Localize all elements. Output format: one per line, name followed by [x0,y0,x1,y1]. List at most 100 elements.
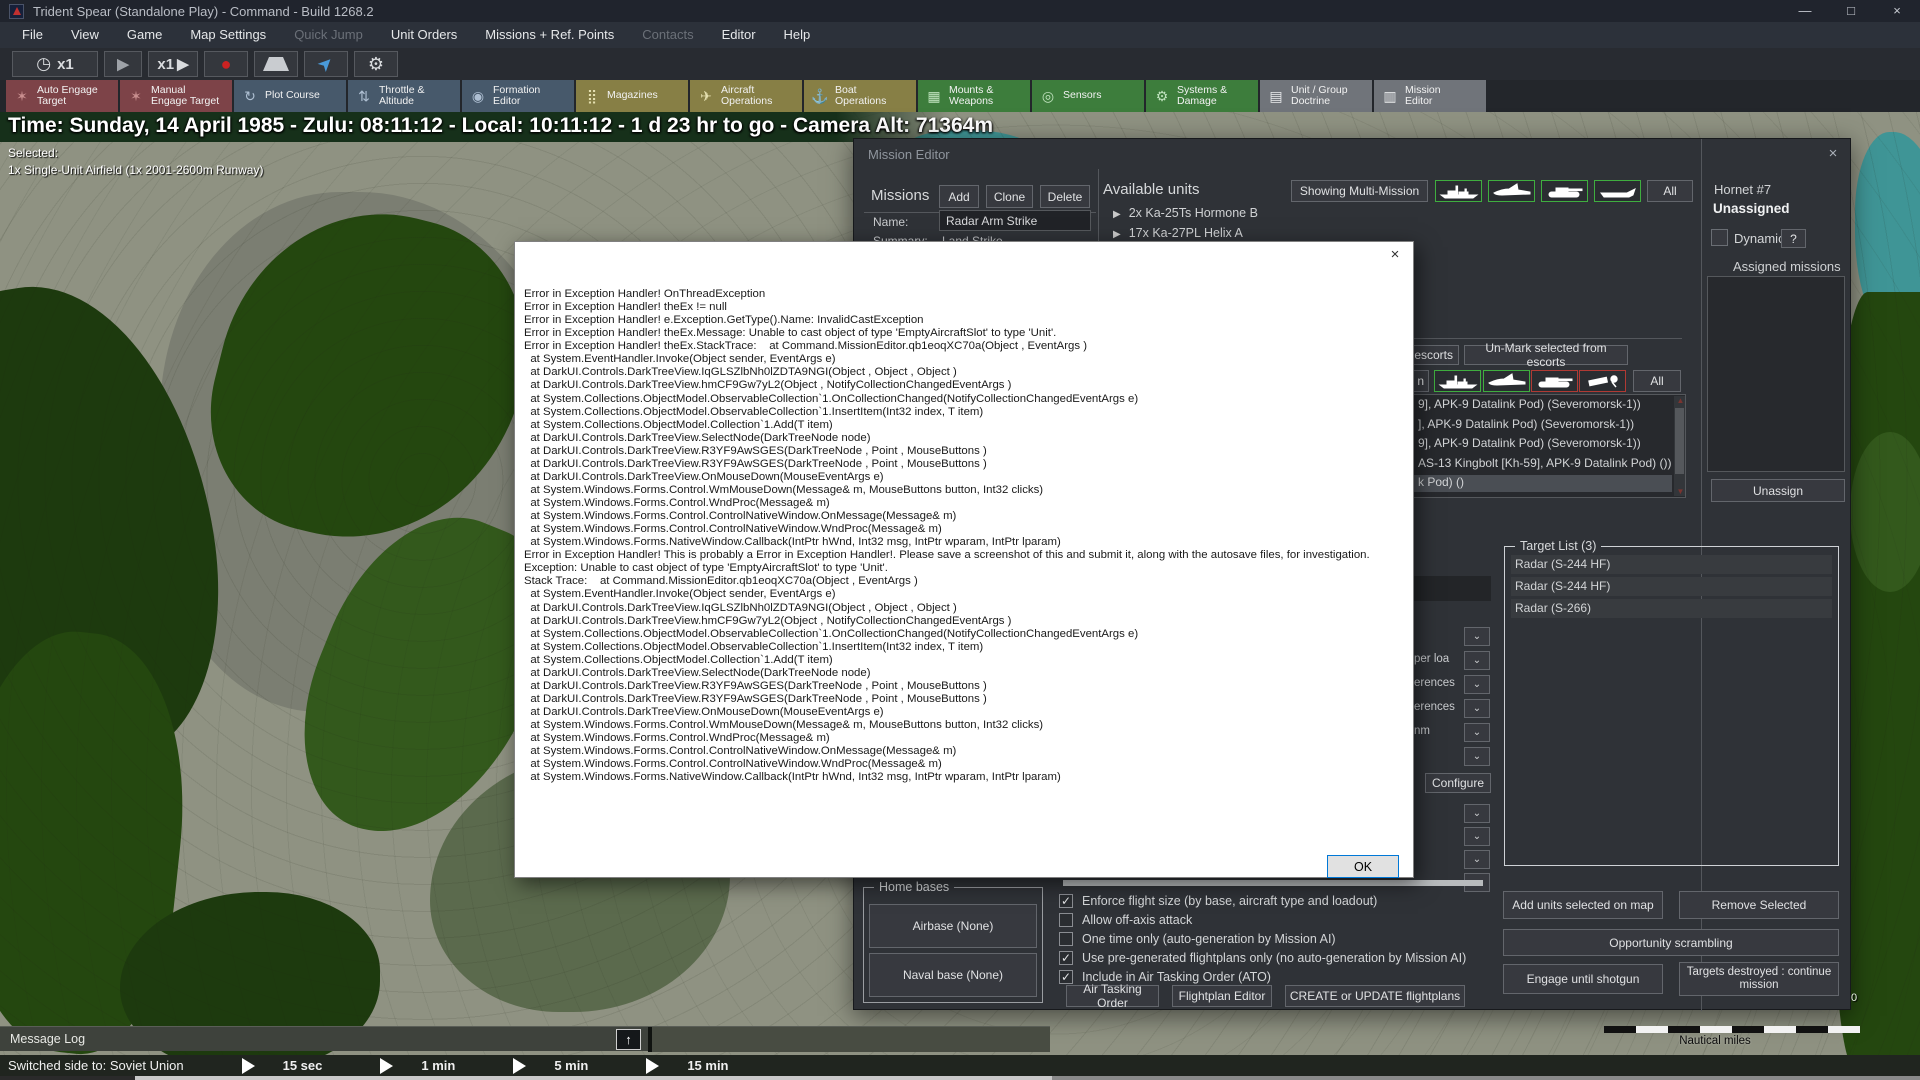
filter-all-button[interactable]: All [1647,180,1693,202]
escort-filter-satellite-button[interactable] [1579,370,1626,392]
expand-arrow-icon[interactable]: ▶ [1113,209,1121,220]
menu-item[interactable]: Missions + Ref. Points [471,22,628,48]
chevron-down-icon[interactable]: ⌄ [1464,651,1490,670]
mission-editor-close-icon[interactable]: × [1824,145,1842,162]
range-rings-button[interactable] [254,51,298,77]
unassign-button[interactable]: Unassign [1711,479,1845,502]
filter-ships-button[interactable] [1435,180,1482,202]
menu-item[interactable]: File [8,22,57,48]
create-update-flightplans-button[interactable]: CREATE or UPDATE flightplans [1285,985,1465,1007]
toolbar-button[interactable]: ↻ Plot Course [234,80,346,112]
escort-filter-aircraft-button[interactable] [1483,370,1530,392]
scrollbar-thumb[interactable] [1675,408,1684,474]
scrollbar-handle[interactable] [135,1076,1052,1080]
maximize-button[interactable]: □ [1828,0,1874,22]
toolbar-button[interactable]: ⣿ Magazines [576,80,688,112]
menu-item[interactable]: Editor [708,22,770,48]
flightplan-editor-button[interactable]: Flightplan Editor [1172,985,1272,1007]
chevron-down-icon[interactable]: ⌄ [1464,723,1490,742]
option-checkbox[interactable] [1059,913,1073,927]
chevron-down-icon[interactable]: ⌄ [1464,699,1490,718]
clone-mission-button[interactable]: Clone [986,185,1033,208]
escort-list-item[interactable]: 9], APK-9 Datalink Pod) (Severomorsk-1)) [1414,436,1672,453]
chevron-down-icon[interactable]: ⌄ [1464,850,1490,869]
remove-selected-button[interactable]: Remove Selected [1679,891,1839,919]
menu-item[interactable]: Contacts [628,22,707,48]
play-button[interactable]: ▶ [104,51,142,77]
scroll-up-icon[interactable]: ▲ [1674,396,1687,405]
filter-boats-button[interactable] [1594,180,1641,202]
option-checkbox[interactable] [1059,894,1073,908]
assigned-missions-list[interactable] [1707,276,1845,472]
unmark-escorts-button[interactable]: Un-Mark selected from escorts [1464,345,1628,365]
time-preset[interactable]: 15 min [588,1058,728,1074]
delete-mission-button[interactable]: Delete [1040,185,1090,208]
opportunity-scrambling-button[interactable]: Opportunity scrambling [1503,929,1839,956]
target-list-item[interactable]: Radar (S-244 HF) [1511,555,1832,574]
time-preset[interactable]: 15 sec [184,1058,323,1074]
toolbar-button[interactable]: ◎ Sensors [1032,80,1144,112]
option-checkbox[interactable] [1059,951,1073,965]
menu-item[interactable]: View [57,22,113,48]
toolbar-button[interactable]: ⚙ Systems &Damage [1146,80,1258,112]
toolbar-button[interactable]: ▤ Unit / GroupDoctrine [1260,80,1372,112]
close-button[interactable]: × [1874,0,1920,22]
toolbar-button[interactable]: ⇅ Throttle &Altitude [348,80,460,112]
targets-destroyed-button[interactable]: Targets destroyed : continue mission [1679,962,1839,996]
chevron-down-icon[interactable]: ⌄ [1464,627,1490,646]
toolbar-button[interactable]: ◉ FormationEditor [462,80,574,112]
configure-button[interactable]: Configure [1425,773,1491,793]
filter-aircraft-button[interactable] [1488,180,1535,202]
add-units-button[interactable]: Add units selected on map [1503,891,1663,919]
chevron-down-icon[interactable]: ⌄ [1464,827,1490,846]
escort-list-item[interactable]: 9], APK-9 Datalink Pod) (Severomorsk-1)) [1414,397,1672,414]
chevron-down-icon[interactable]: ⌄ [1464,747,1490,766]
time-preset[interactable]: 1 min [322,1058,455,1074]
pointer-mode-button[interactable]: ➤ [304,51,348,77]
chevron-down-icon[interactable]: ⌄ [1464,804,1490,823]
target-list-item[interactable]: Radar (S-244 HF) [1511,577,1832,596]
bottom-scrollbar[interactable] [0,1076,1920,1080]
menu-item[interactable]: Unit Orders [377,22,471,48]
expand-arrow-icon[interactable]: ▶ [1113,229,1121,240]
toolbar-button[interactable]: ⚓ BoatOperations [804,80,916,112]
naval-base-button[interactable]: Naval base (None) [869,953,1037,997]
horizontal-scrollbar[interactable] [1063,880,1483,886]
toolbar-button[interactable]: ✶ Auto EngageTarget [6,80,118,112]
add-mission-button[interactable]: Add [939,185,979,208]
tree-item[interactable]: ▶17x Ka-27PL Helix A [1113,226,1243,240]
chevron-down-icon[interactable]: ⌄ [1464,675,1490,694]
time-speed-button[interactable]: ◷ x1 [12,51,98,77]
menu-item[interactable]: Game [113,22,176,48]
target-list-item[interactable]: Radar (S-266) [1511,599,1832,618]
menu-item[interactable]: Help [770,22,825,48]
time-preset[interactable]: 5 min [455,1058,588,1074]
escort-list-item[interactable]: k Pod) () [1414,475,1672,492]
airbase-button[interactable]: Airbase (None) [869,904,1037,948]
escort-list-item[interactable]: AS-13 Kingbolt [Kh-59], APK-9 Datalink P… [1414,456,1672,473]
dynamic-help-button[interactable]: ? [1781,229,1806,248]
record-button[interactable]: ● [204,51,248,77]
showing-multi-mission-button[interactable]: Showing Multi-Mission [1291,180,1428,202]
toolbar-button[interactable]: ▦ Mounts &Weapons [918,80,1030,112]
step-button[interactable]: x1▶ [148,51,198,77]
filter-armor-button[interactable] [1541,180,1588,202]
ok-button[interactable]: OK [1327,855,1399,878]
escort-list-scrollbar[interactable]: ▲ ▼ [1674,396,1685,496]
mission-name-input[interactable]: Radar Arm Strike [939,210,1091,231]
escort-filter-armor-button[interactable] [1531,370,1578,392]
dynamic-checkbox[interactable] [1711,229,1728,246]
toolbar-button[interactable]: ✈ AircraftOperations [690,80,802,112]
expand-log-button[interactable]: ↑ [616,1029,641,1050]
escort-filter-all-button[interactable]: All [1633,370,1681,392]
minimize-button[interactable]: — [1782,0,1828,22]
dialog-close-icon[interactable]: × [1385,246,1405,263]
engage-until-shotgun-button[interactable]: Engage until shotgun [1503,964,1663,994]
settings-button[interactable]: ⚙ [354,51,398,77]
menu-item[interactable]: Quick Jump [280,22,377,48]
message-log-bar[interactable]: Message Log ↑ [0,1026,1050,1051]
option-checkbox[interactable] [1059,932,1073,946]
toolbar-button[interactable]: ✶ ManualEngage Target [120,80,232,112]
escort-filter-ships-button[interactable] [1434,370,1481,392]
air-tasking-order-button[interactable]: Air Tasking Order [1066,985,1159,1007]
